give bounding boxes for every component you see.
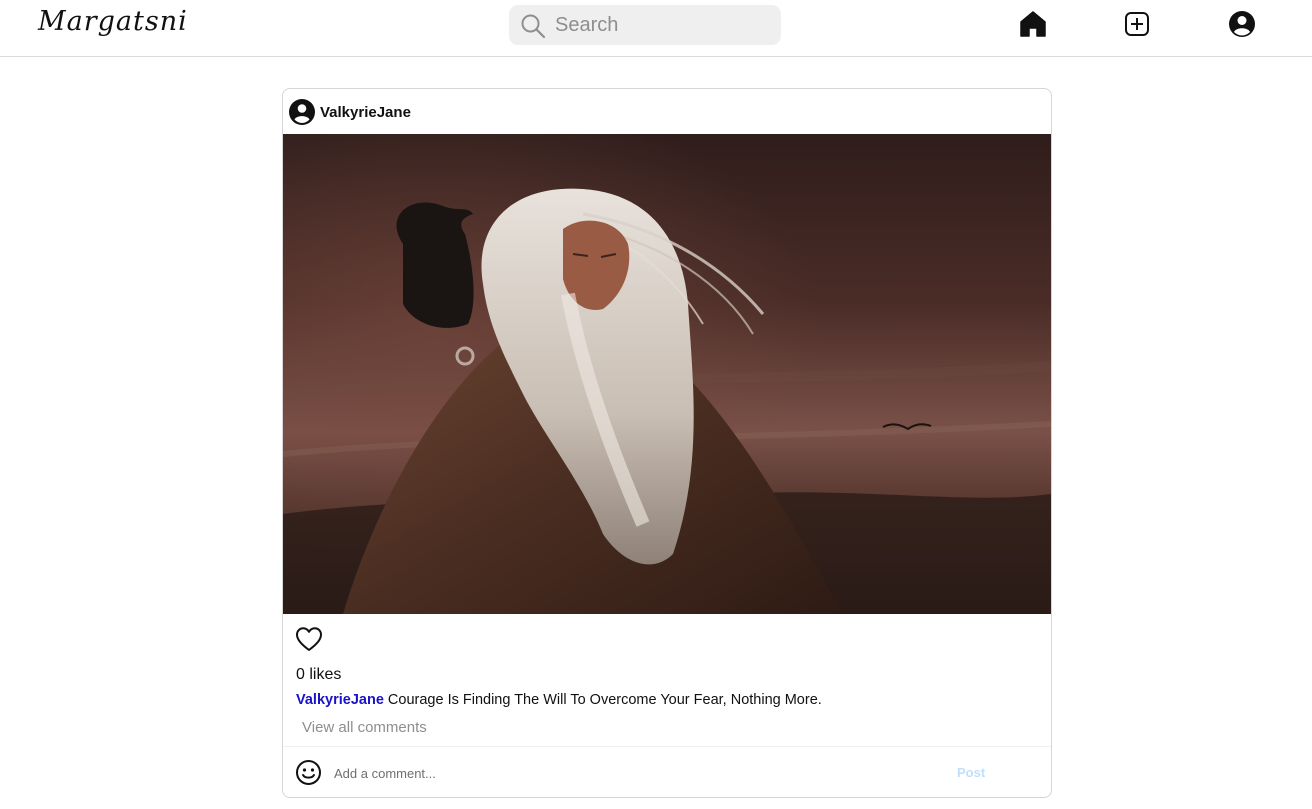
search-icon bbox=[521, 14, 546, 39]
heart-icon[interactable] bbox=[295, 626, 323, 652]
home-icon[interactable] bbox=[1018, 9, 1048, 39]
post-comment-button[interactable]: Post bbox=[957, 765, 985, 780]
post-username[interactable]: ValkyrieJane bbox=[320, 104, 411, 121]
comment-input[interactable] bbox=[334, 759, 894, 787]
post-image[interactable] bbox=[283, 134, 1051, 614]
account-circle-icon[interactable] bbox=[1227, 9, 1257, 39]
post-caption: ValkyrieJane Courage Is Finding The Will… bbox=[296, 692, 822, 708]
post-header: ValkyrieJane bbox=[283, 89, 1051, 134]
caption-username[interactable]: ValkyrieJane bbox=[296, 692, 384, 708]
comment-bar: Post bbox=[283, 746, 1051, 797]
search-box[interactable] bbox=[509, 5, 781, 45]
smiley-icon[interactable] bbox=[295, 759, 322, 786]
top-navigation-bar: Margatsni bbox=[0, 0, 1312, 57]
search-input[interactable] bbox=[555, 5, 771, 45]
plus-square-icon[interactable] bbox=[1122, 9, 1152, 39]
caption-text: Courage Is Finding The Will To Overcome … bbox=[387, 692, 822, 708]
view-all-comments-link[interactable]: View all comments bbox=[302, 719, 427, 736]
post-card: ValkyrieJane 0 likes ValkyrieJane Courag… bbox=[282, 88, 1052, 798]
likes-count: 0 likes bbox=[296, 666, 342, 683]
app-logo[interactable]: Margatsni bbox=[38, 6, 188, 37]
avatar[interactable] bbox=[288, 98, 316, 126]
